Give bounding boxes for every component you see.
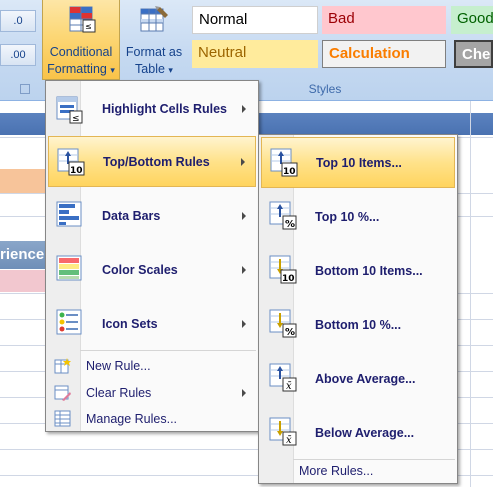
top-10-items-icon: 10 [270, 148, 298, 177]
submenu-item-label: Top 10 Items... [316, 155, 402, 170]
orange-header-cell [0, 169, 48, 193]
submenu-arrow-icon [242, 389, 246, 397]
svg-text:%: % [285, 219, 295, 230]
top-bottom-icon: 10 [57, 148, 85, 176]
above-average-icon: x̄ [269, 363, 297, 392]
decrease-decimal-button[interactable]: .00 [0, 44, 36, 66]
svg-text:≤: ≤ [72, 114, 80, 124]
dropdown-arrow-icon: ▾ [168, 65, 173, 75]
new-rule-icon [54, 358, 71, 374]
dropdown-arrow-icon: ▾ [110, 65, 115, 75]
submenu-item-label: More Rules... [299, 464, 374, 478]
style-neutral[interactable]: Neutral [192, 40, 318, 68]
menu-separator [80, 350, 256, 351]
submenu-item-top-10-items[interactable]: 10 Top 10 Items... [261, 137, 455, 188]
conditional-formatting-menu: ≤ Highlight Cells Rules 10 Top/Bottom Ru… [45, 80, 259, 432]
submenu-arrow-icon [241, 157, 245, 166]
format-as-table-label: Format as [125, 45, 183, 59]
bottom-10-items-icon: 10 [269, 255, 297, 284]
clear-rules-icon [54, 385, 71, 401]
menu-item-label: Highlight Cells Rules [102, 101, 228, 116]
svg-text:10: 10 [70, 166, 83, 176]
bottom-10-percent-icon: % [269, 309, 297, 338]
submenu-item-label: Below Average... [315, 425, 415, 440]
styles-group-label: Styles [308, 82, 342, 96]
menu-item-color-scales[interactable]: Color Scales [48, 243, 256, 296]
menu-item-new-rule[interactable]: New Rule... [48, 353, 256, 379]
style-normal[interactable]: Normal [192, 6, 318, 34]
table-header-cell: rience [0, 241, 48, 269]
submenu-item-top-10-percent[interactable]: % Top 10 %... [261, 190, 455, 243]
submenu-item-below-average[interactable]: x̄ Below Average... [261, 406, 455, 459]
submenu-item-label: Bottom 10 Items... [315, 263, 423, 278]
below-average-icon: x̄ [269, 417, 297, 446]
conditional-formatting-label: Conditional [49, 45, 113, 59]
submenu-arrow-icon [242, 319, 246, 328]
menu-item-highlight-cells-rules[interactable]: ≤ Highlight Cells Rules [48, 82, 256, 135]
submenu-item-more-rules[interactable]: More Rules... [261, 460, 455, 482]
format-as-table-label-2: Table [135, 62, 165, 76]
menu-item-clear-rules[interactable]: Clear Rules [48, 380, 256, 406]
menu-item-icon-sets[interactable]: Icon Sets [48, 297, 256, 350]
menu-item-label: Icon Sets [102, 316, 158, 331]
svg-text:10: 10 [283, 167, 296, 177]
submenu-item-label: Bottom 10 %... [315, 317, 402, 332]
svg-text:10: 10 [282, 274, 295, 284]
menu-item-label: Manage Rules... [86, 412, 178, 426]
format-as-table-button[interactable]: Format as Table ▾ [122, 0, 186, 80]
svg-text:x̄: x̄ [286, 381, 292, 392]
svg-text:%: % [285, 327, 295, 338]
color-scales-icon [56, 255, 82, 281]
menu-item-label: Top/Bottom Rules [103, 154, 210, 169]
submenu-arrow-icon [242, 104, 246, 113]
number-dialog-launcher-icon[interactable] [20, 84, 30, 94]
highlighted-cell [0, 270, 48, 292]
icon-sets-icon [56, 309, 82, 335]
menu-item-top-bottom-rules[interactable]: 10 Top/Bottom Rules [48, 136, 256, 187]
increase-decimal-button[interactable]: .0 [0, 10, 36, 32]
submenu-item-label: Above Average... [315, 371, 416, 386]
submenu-item-bottom-10-percent[interactable]: % Bottom 10 %... [261, 298, 455, 351]
header-text: rience [0, 246, 45, 263]
conditional-formatting-button[interactable]: ≤ Conditional Formatting ▾ [42, 0, 120, 80]
menu-item-label: Clear Rules [86, 386, 152, 400]
submenu-item-label: Top 10 %... [315, 209, 380, 224]
top-10-percent-icon: % [269, 201, 297, 230]
style-bad[interactable]: Bad [322, 6, 446, 34]
submenu-arrow-icon [242, 211, 246, 220]
highlight-cells-icon: ≤ [56, 96, 83, 124]
conditional-formatting-icon: ≤ [69, 6, 96, 33]
data-bars-icon [56, 201, 82, 227]
svg-text:≤: ≤ [85, 22, 92, 31]
style-good[interactable]: Good [451, 6, 493, 34]
conditional-formatting-label-2: Formatting [47, 62, 107, 76]
submenu-item-bottom-10-items[interactable]: 10 Bottom 10 Items... [261, 244, 455, 297]
submenu-item-above-average[interactable]: x̄ Above Average... [261, 352, 455, 405]
style-calculation[interactable]: Calculation [322, 40, 446, 68]
menu-item-label: New Rule... [86, 359, 151, 373]
style-check[interactable]: Check [454, 40, 493, 68]
svg-text:x̄: x̄ [286, 435, 292, 446]
menu-item-data-bars[interactable]: Data Bars [48, 189, 256, 242]
submenu-arrow-icon [242, 265, 246, 274]
menu-item-manage-rules[interactable]: Manage Rules... [48, 407, 256, 431]
format-as-table-icon [140, 6, 168, 32]
top-bottom-submenu: 10 Top 10 Items... % Top 10 %... 10 Bott… [258, 134, 458, 484]
manage-rules-icon [54, 410, 71, 427]
menu-item-label: Color Scales [102, 262, 178, 277]
menu-item-label: Data Bars [102, 208, 161, 223]
